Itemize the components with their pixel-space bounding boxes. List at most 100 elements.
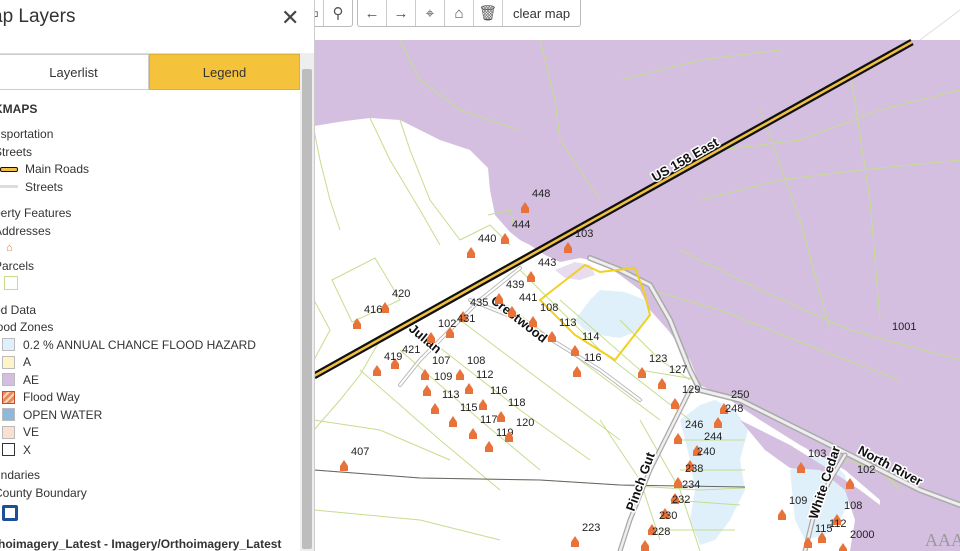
address-label: 113: [442, 389, 460, 401]
legend-label: Flood Way: [23, 390, 80, 405]
legend-item-address-marker: ⌂: [0, 240, 294, 258]
address-label: 407: [351, 446, 369, 458]
address-label: 127: [669, 364, 687, 376]
legend-item-flood-zone: 0.2 % ANNUAL CHANCE FLOOD HAZARD: [0, 336, 294, 354]
address-label: 123: [649, 353, 667, 365]
legend-subgroup-addresses: Addresses: [0, 223, 51, 238]
address-label: 246: [685, 419, 703, 431]
address-label: 440: [478, 233, 496, 245]
address-label: 244: [704, 431, 722, 443]
address-label: 129: [682, 384, 700, 396]
scrollbar-thumb[interactable]: [302, 69, 312, 549]
back-button[interactable]: ←: [358, 0, 387, 26]
legend-subgroup-streets: Streets: [0, 144, 33, 159]
legend-label: AE: [23, 372, 40, 387]
watermark: AAA: [925, 530, 960, 550]
legend-label: X: [23, 442, 32, 457]
address-label: 102: [857, 464, 875, 476]
legend-item-streets: Streets: [0, 178, 294, 196]
trash-button[interactable]: 🗑: [474, 0, 503, 26]
legend-group-property: perty Features: [0, 206, 72, 221]
address-label: 232: [672, 494, 690, 506]
parcel-number: 1001: [892, 321, 916, 333]
street-symbol: [0, 185, 18, 189]
flood-zone-swatch: [2, 390, 15, 404]
house-icon: ⌂: [6, 242, 13, 255]
address-label: 114: [582, 331, 600, 343]
address-label: 109: [789, 495, 807, 507]
panel-tabs: Layerlist Legend: [0, 53, 300, 90]
address-label: 112: [476, 369, 494, 381]
legend-content: KMAPS nsportation Streets Main Roads Str…: [0, 100, 294, 551]
legend-label: OPEN WATER: [23, 407, 103, 422]
person-icon: ⚲: [332, 5, 344, 22]
address-label: 250: [731, 389, 749, 401]
forward-arrow-icon: →: [393, 4, 409, 22]
forward-button[interactable]: →: [387, 0, 416, 26]
address-label: 230: [659, 510, 677, 522]
legend-item-parcel: [0, 275, 294, 293]
locate-button[interactable]: ⌖: [416, 0, 445, 26]
county-boundary-symbol: [2, 504, 18, 521]
map-toolbar: ▭ ⚲ ← → ⌖ ⌂ 🗑 clear map: [300, 0, 582, 27]
tab-layerlist[interactable]: Layerlist: [0, 54, 149, 90]
address-label: 234: [682, 479, 700, 491]
address-label: 102: [438, 318, 456, 330]
legend-subgroup-parcels: Parcels: [0, 258, 35, 273]
legend-scrollbar[interactable]: [300, 53, 314, 551]
address-label: 113: [559, 317, 577, 329]
address-label: 416: [364, 304, 382, 316]
address-label: 108: [467, 355, 485, 367]
address-label: 448: [532, 188, 550, 200]
flood-zone-swatch: [2, 338, 15, 352]
address-label: 435: [470, 297, 488, 309]
legend-item-flood-zone: AE: [0, 371, 294, 389]
map-layers-panel: ap Layers ✕ Layerlist Legend KMAPS nspor…: [0, 0, 315, 551]
flood-zone-swatch: [2, 355, 15, 369]
address-label: 419: [384, 351, 402, 363]
flood-zone-swatch: [2, 373, 15, 387]
address-label: 223: [582, 522, 600, 534]
address-label: 118: [508, 397, 526, 409]
address-label: 431: [457, 313, 475, 325]
address-label: 439: [506, 279, 524, 291]
address-label: 117: [480, 414, 498, 426]
back-arrow-icon: ←: [364, 4, 380, 22]
legend-group-transportation: nsportation: [0, 127, 54, 142]
parcel-symbol: [4, 276, 18, 291]
legend-group-boundaries: undaries: [0, 468, 41, 483]
close-button[interactable]: ✕: [281, 7, 299, 29]
identify-button[interactable]: ⚲: [324, 0, 352, 26]
address-label: 109: [434, 371, 452, 383]
address-label: 103: [575, 228, 593, 240]
main-road-symbol: [0, 166, 18, 172]
pin-icon: ⌖: [425, 4, 435, 22]
close-icon: ✕: [281, 5, 300, 30]
address-label: 2000: [850, 529, 874, 541]
panel-title: ap Layers: [0, 6, 76, 27]
clear-map-button[interactable]: clear map: [503, 0, 580, 26]
legend-item-county-boundary: [0, 502, 294, 524]
address-label: 116: [584, 352, 602, 364]
legend-item-main-roads: Main Roads: [0, 161, 294, 179]
address-label: 420: [392, 288, 410, 300]
address-label: 228: [652, 526, 670, 538]
legend-label: VE: [23, 425, 40, 440]
address-label: 238: [685, 463, 703, 475]
flood-zone-swatch: [2, 408, 15, 422]
legend-item-flood-zone: VE: [0, 424, 294, 442]
legend-item-county-boundary-label: County Boundary: [0, 485, 87, 500]
tool-group-b: ← → ⌖ ⌂ 🗑 clear map: [357, 0, 582, 27]
tab-legend[interactable]: Legend: [149, 54, 300, 90]
flood-zone-swatch: [2, 425, 15, 439]
address-label: 116: [490, 385, 508, 397]
legend-label: A: [23, 355, 32, 370]
flood-zone-swatch: [2, 443, 15, 457]
home-icon: ⌂: [454, 4, 464, 22]
address-label: 120: [516, 417, 534, 429]
address-label: 240: [697, 446, 715, 458]
address-label: 115: [815, 523, 833, 535]
home-button[interactable]: ⌂: [445, 0, 474, 26]
trash-icon: 🗑: [478, 5, 498, 22]
address-label: 108: [844, 500, 862, 512]
